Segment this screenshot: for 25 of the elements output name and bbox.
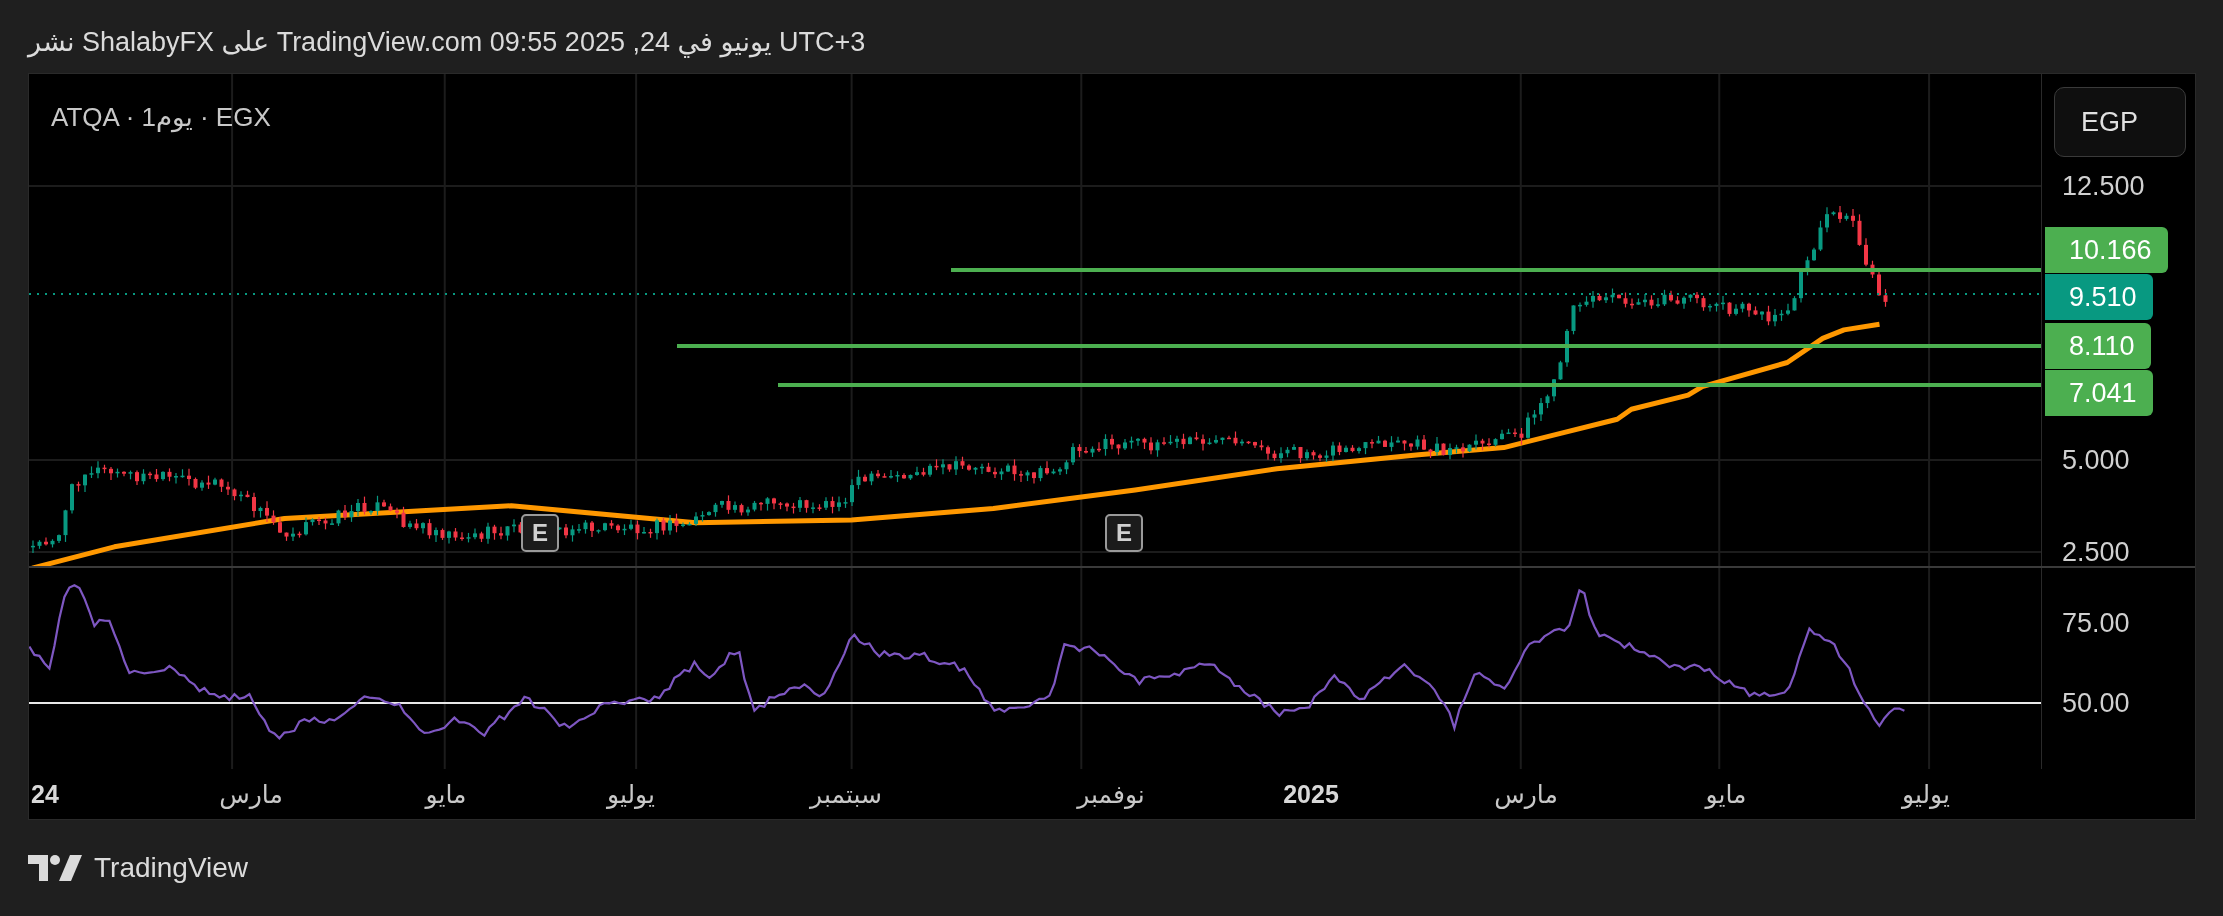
time-tick: مارس [219,779,283,809]
time-tick: نوفمبر [1077,779,1145,809]
price-tick: 12.500 [2062,170,2145,202]
rsi-tick: 75.00 [2062,607,2130,639]
time-tick: مارس [1494,779,1558,809]
time-tick: 2025 [1283,779,1339,809]
price-label: 10.166 [2045,227,2168,273]
time-tick: يوليو [1902,779,1950,809]
time-tick: 24 [31,779,59,809]
earnings-marker[interactable]: E [1105,514,1143,552]
time-tick: مايو [425,779,467,809]
price-tick: 2.500 [2062,536,2130,568]
price-label: 9.510 [2045,274,2153,320]
price-tick: 5.000 [2062,444,2130,476]
earnings-marker[interactable]: E [521,514,559,552]
time-tick: سبتمبر [810,779,882,809]
brand-name: TradingView [94,852,249,884]
time-tick: مايو [1705,779,1747,809]
price-label: 8.110 [2045,323,2151,369]
symbol-legend: ATQA · 1يوم · EGX [51,102,271,133]
rsi-tick: 50.00 [2062,687,2130,719]
publish-info-text: UTC+3 يونيو في 24, 2025 09:55 TradingView.com على ShalabyFX نشر [28,25,866,58]
time-tick: يوليو [607,779,655,809]
currency-button[interactable]: EGP [2054,87,2186,157]
price-label: 7.041 [2045,370,2153,416]
